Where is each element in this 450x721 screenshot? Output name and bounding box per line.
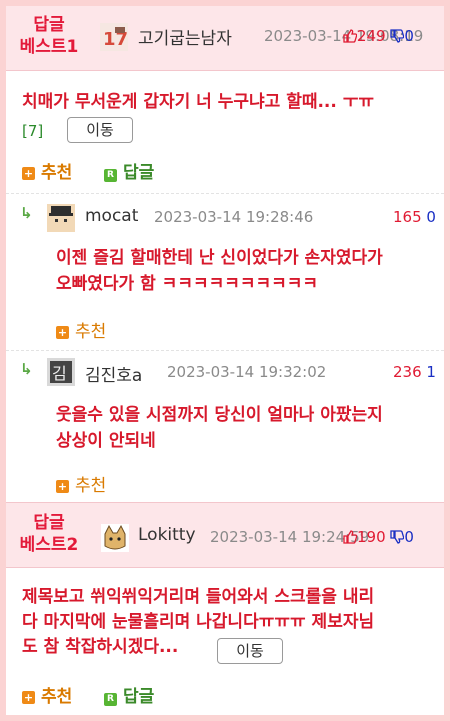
vote-counts: 190 0 <box>343 528 414 546</box>
best-label-line2: 베스트1 <box>19 37 79 57</box>
recommend-label: 추천 <box>75 322 107 342</box>
comment-panel: 답글 베스트1 17 고기굽는남자 2023-03-14 19:08:19 24… <box>6 6 444 715</box>
avatar[interactable]: 17 <box>100 23 128 51</box>
thumbs-down-icon[interactable] <box>390 530 405 544</box>
recommend-label: 추천 <box>41 163 73 183</box>
author-nickname[interactable]: 고기굽는남자 <box>138 24 232 49</box>
author-nickname[interactable]: mocat <box>85 206 138 226</box>
plus-icon: + <box>22 167 35 180</box>
reply-button[interactable]: R 답글 <box>104 682 154 707</box>
reply-count: [7] <box>22 122 44 140</box>
avatar[interactable]: 김 <box>47 358 75 386</box>
reply-label: 답글 <box>123 687 155 707</box>
up-count: 165 <box>393 208 422 226</box>
best-reply-header-1: 답글 베스트1 17 고기굽는남자 2023-03-14 19:08:19 24… <box>6 6 444 71</box>
reply-text-line: 오빠였다가 함 ㅋㅋㅋㅋㅋㅋㅋㅋㅋㅋ <box>56 274 319 294</box>
reply-arrow-icon: ↳ <box>20 204 33 222</box>
recommend-label: 추천 <box>75 476 107 496</box>
vote-counts: 165 0 <box>393 208 436 226</box>
reply-text: 웃을수 있을 시점까지 당신이 얼마나 아팠는지 상상이 안되네 <box>56 402 436 454</box>
plus-icon: + <box>56 326 69 339</box>
best-label-line1: 답글 <box>33 513 65 533</box>
avatar[interactable] <box>47 204 75 232</box>
reply-text-line: 이젠 즐김 할매한테 난 신이었다가 손자였다가 <box>56 248 383 268</box>
move-button[interactable]: 이동 <box>67 117 133 143</box>
vote-counts: 236 1 <box>393 363 436 381</box>
best-label-line2: 베스트2 <box>19 535 79 555</box>
comment-date: 2023-03-14 19:32:02 <box>167 363 327 381</box>
reply-badge-icon: R <box>104 169 117 182</box>
down-count: 1 <box>426 363 436 381</box>
recommend-button[interactable]: + 추천 <box>56 471 106 496</box>
vote-counts: 249 0 <box>343 27 414 45</box>
best-label-1: 답글 베스트1 <box>16 14 82 58</box>
divider <box>6 350 444 351</box>
reply-badge-icon: R <box>104 693 117 706</box>
best-reply-header-2: 답글 베스트2 Lokitty 2023-03-14 19:24:59 190 … <box>6 502 444 568</box>
title-line: 제목보고 쒸익쒸익거리며 들어와서 스크롤을 내리 <box>22 587 375 607</box>
best-label-2: 답글 베스트2 <box>16 512 82 556</box>
thumbs-up-icon[interactable] <box>343 29 357 43</box>
best-reply-title[interactable]: 치매가 무서운게 갑자기 너 누구냐고 할때... ㅜㅠ <box>22 90 432 115</box>
best-label-line1: 답글 <box>33 15 65 35</box>
avatar[interactable] <box>101 524 129 552</box>
title-line: 다 마지막에 눈물흘리며 나갑니다ㅠㅠㅠ 제보자님 <box>22 612 375 632</box>
reply-button[interactable]: R 답글 <box>104 158 154 183</box>
reply-text-line: 웃을수 있을 시점까지 당신이 얼마나 아팠는지 <box>56 405 383 425</box>
move-button[interactable]: 이동 <box>217 638 283 664</box>
reply-arrow-icon: ↳ <box>20 360 33 378</box>
recommend-button[interactable]: + 추천 <box>56 317 106 342</box>
up-count: 249 <box>357 27 386 45</box>
reply-text: 이젠 즐김 할매한테 난 신이었다가 손자였다가 오빠였다가 함 ㅋㅋㅋㅋㅋㅋㅋ… <box>56 245 436 297</box>
thumbs-down-icon[interactable] <box>390 29 405 43</box>
plus-icon: + <box>22 691 35 704</box>
divider <box>6 193 444 194</box>
down-count: 0 <box>404 528 414 546</box>
reply-text-line: 상상이 안되네 <box>56 431 156 451</box>
up-count: 190 <box>357 528 386 546</box>
svg-text:김: 김 <box>52 364 67 383</box>
recommend-button[interactable]: + 추천 <box>22 158 72 183</box>
down-count: 0 <box>426 208 436 226</box>
plus-icon: + <box>56 480 69 493</box>
up-count: 236 <box>393 363 422 381</box>
comment-date: 2023-03-14 19:28:46 <box>154 208 314 226</box>
recommend-label: 추천 <box>41 687 73 707</box>
recommend-button[interactable]: + 추천 <box>22 682 72 707</box>
author-nickname[interactable]: Lokitty <box>138 525 196 545</box>
thumbs-up-icon[interactable] <box>343 530 357 544</box>
author-nickname[interactable]: 김진호a <box>85 361 142 386</box>
down-count: 0 <box>404 27 414 45</box>
reply-label: 답글 <box>123 163 155 183</box>
